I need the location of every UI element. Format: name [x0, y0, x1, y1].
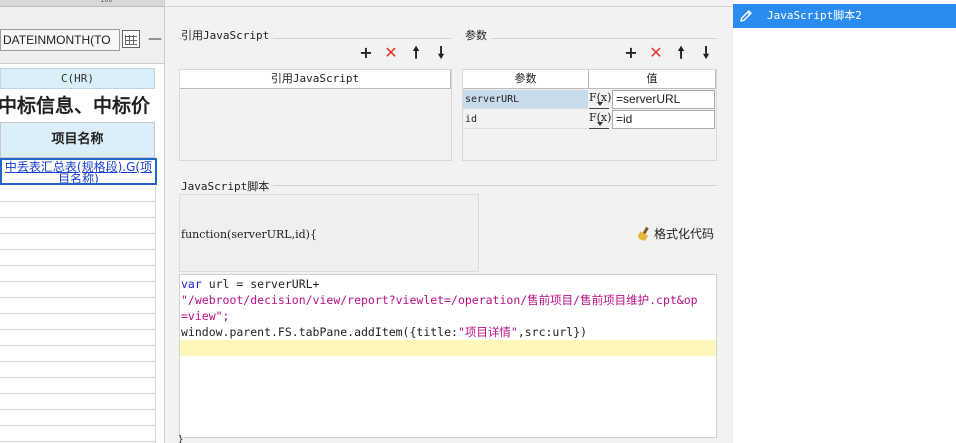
- param-row[interactable]: serverURL F(x) =serverURL: [463, 90, 716, 109]
- grid-row[interactable]: [0, 362, 155, 378]
- delete-param-button[interactable]: ✕: [648, 45, 664, 61]
- grid-row[interactable]: [0, 282, 155, 298]
- selected-cell[interactable]: 中丢表汇总表(规格段).G(项 目名称): [0, 158, 157, 185]
- column-header-c[interactable]: C(HR): [0, 68, 155, 89]
- code-line: "/webroot/decision/view/report?viewlet=/…: [181, 293, 698, 307]
- grid-row[interactable]: [0, 346, 155, 362]
- grid-row[interactable]: [0, 234, 155, 250]
- divider: [165, 6, 733, 7]
- formula-fx-button[interactable]: F(x): [589, 90, 611, 109]
- params-section-title: 参数: [465, 27, 491, 43]
- grid-row[interactable]: [0, 426, 155, 442]
- move-down-param-button[interactable]: 🠗: [698, 45, 714, 61]
- ruler: 100: [0, 0, 164, 7]
- script-section-title: JavaScript脚本: [181, 178, 274, 194]
- param-name[interactable]: serverURL: [463, 90, 588, 109]
- grid-row[interactable]: [0, 218, 155, 234]
- params-column-name: 参数: [463, 70, 589, 89]
- grid-row[interactable]: [0, 378, 155, 394]
- grid-row[interactable]: [0, 314, 155, 330]
- script-list-item[interactable]: JavaScript脚本2: [733, 4, 956, 28]
- grid-row[interactable]: [0, 410, 155, 426]
- formula-fx-button[interactable]: F(x): [589, 110, 611, 129]
- references-section-title: 引用JavaScript: [181, 27, 274, 43]
- selected-cell-text-2: 目名称): [58, 172, 99, 185]
- pencil-icon: [740, 10, 752, 22]
- grid-row[interactable]: [0, 202, 155, 218]
- javascript-dialog: 引用JavaScript + ✕ 🠕 🠗 引用JavaScript 参数 + ✕…: [165, 0, 733, 443]
- add-reference-button[interactable]: +: [358, 45, 374, 61]
- grid-row[interactable]: [0, 330, 155, 346]
- params-column-value: 值: [589, 70, 716, 89]
- spreadsheet-panel: 100 DATEINMONTH(TO — C(HR) 中标信息、中标价 项目名称…: [0, 0, 165, 443]
- broom-icon: [637, 227, 651, 241]
- param-value-input[interactable]: =serverURL: [612, 90, 715, 109]
- section-rule: [463, 38, 717, 39]
- param-value-input[interactable]: =id: [612, 110, 715, 129]
- function-signature-box: function(serverURL,id){: [179, 194, 479, 272]
- grid-row[interactable]: [0, 186, 155, 202]
- sheet-title-cell[interactable]: 中标信息、中标价: [0, 90, 164, 122]
- move-up-param-button[interactable]: 🠕: [673, 45, 689, 61]
- move-up-reference-button[interactable]: 🠕: [408, 45, 424, 61]
- function-signature: function(serverURL,id){: [181, 228, 317, 241]
- params-table[interactable]: 参数 值 serverURL F(x) =serverURL id F(x) =…: [462, 69, 717, 161]
- format-code-label: 格式化代码: [654, 227, 715, 241]
- move-down-reference-button[interactable]: 🠗: [433, 45, 449, 61]
- grid-row[interactable]: [0, 298, 155, 314]
- header-cell-project-name[interactable]: 项目名称: [0, 122, 155, 158]
- code-line: var url = serverURL+: [181, 277, 320, 291]
- ruler-label: 100: [100, 0, 113, 4]
- param-name[interactable]: id: [463, 110, 588, 129]
- script-list-panel: JavaScript脚本2: [733, 0, 956, 443]
- grid-row[interactable]: [0, 394, 155, 410]
- active-line-highlight: [180, 340, 716, 356]
- grid-row[interactable]: [0, 250, 155, 266]
- add-param-button[interactable]: +: [623, 45, 639, 61]
- code-editor[interactable]: var url = serverURL+ "/webroot/decision/…: [179, 274, 717, 438]
- grid-rows: [0, 186, 164, 443]
- script-list-item-label: JavaScript脚本2: [767, 9, 862, 22]
- code-line: =view";: [181, 309, 230, 323]
- format-code-button[interactable]: 格式化代码: [637, 226, 714, 242]
- formula-bar: DATEINMONTH(TO —: [0, 7, 164, 64]
- code-line: window.parent.FS.tabPane.addItem({title:…: [181, 325, 588, 339]
- formula-input[interactable]: DATEINMONTH(TO: [0, 29, 120, 51]
- delete-reference-button[interactable]: ✕: [383, 45, 399, 61]
- references-table[interactable]: 引用JavaScript: [179, 69, 452, 161]
- references-column-header: 引用JavaScript: [180, 70, 451, 89]
- minus-icon[interactable]: —: [148, 31, 162, 47]
- grid-row[interactable]: [0, 266, 155, 282]
- closing-brace: }: [178, 435, 184, 443]
- param-row[interactable]: id F(x) =id: [463, 110, 716, 129]
- calendar-icon[interactable]: [122, 30, 140, 48]
